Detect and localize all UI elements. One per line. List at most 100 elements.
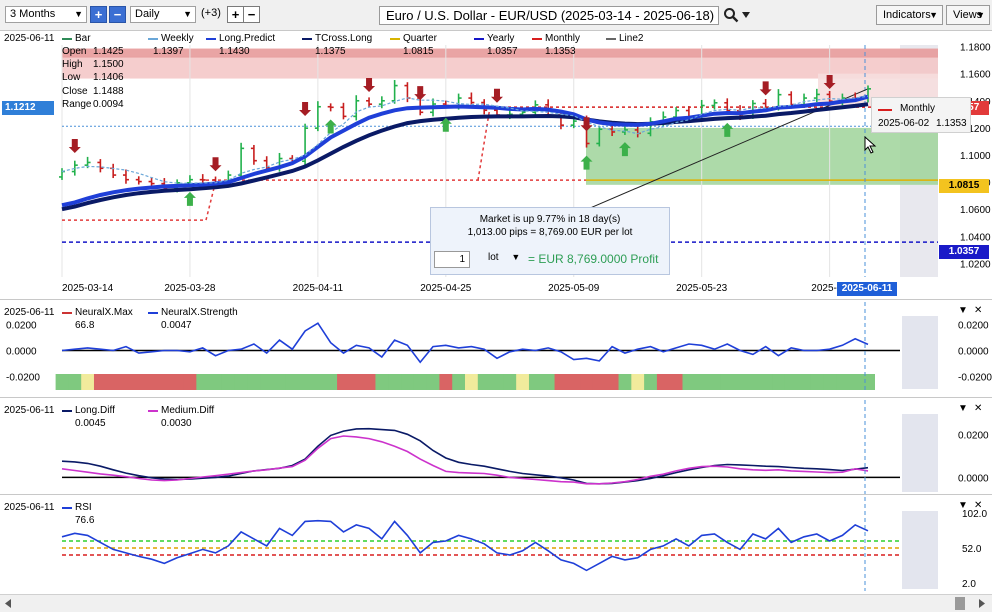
y-tick-label: 0.0200	[958, 430, 989, 441]
price-bar	[59, 168, 65, 180]
interval-select[interactable]: Daily ▼	[130, 6, 196, 23]
plus-icon: +	[94, 7, 103, 22]
legend-name: Bar	[75, 33, 91, 44]
legend-name: Quarter	[403, 33, 437, 44]
price-bar	[468, 92, 475, 106]
search-icon[interactable]	[723, 7, 739, 23]
zoom-out-button[interactable]: −	[109, 6, 126, 23]
interval-value: Daily	[135, 8, 160, 20]
legend-value: 0.0030	[161, 418, 192, 429]
sell-arrow-icon	[759, 81, 772, 96]
quarter-price-label: 1.0815	[939, 179, 989, 193]
lot-unit-select[interactable]: lot ▼	[488, 252, 520, 263]
price-panel: 1.18001.16001.14001.12001.10001.08001.06…	[0, 31, 992, 300]
legend-swatch-line2	[606, 38, 616, 40]
strength-state-cell	[708, 374, 722, 390]
strength-state-cell	[93, 374, 108, 390]
tooltip-title: Monthly	[900, 103, 936, 114]
legend-swatch-yearly	[474, 38, 484, 40]
legend-value: 0.0045	[75, 418, 106, 429]
y-tick-label: -0.0200	[958, 373, 992, 384]
strength-state-cell	[119, 374, 133, 390]
close-icon[interactable]: ✕	[974, 500, 982, 511]
strength-state-cell	[439, 374, 453, 390]
long-diff-line	[61, 427, 869, 485]
strength-state-cell	[644, 374, 658, 390]
y-tick-label-left: -0.0200	[6, 373, 40, 384]
strength-state-cell	[682, 374, 696, 390]
monthly-tooltip: Monthly 2025-06-02 1.1353	[871, 97, 971, 133]
legend-name: NeuralX.Max	[75, 307, 133, 318]
legend-name: Long.Predict	[219, 33, 276, 44]
horizontal-scrollbar[interactable]	[0, 594, 992, 612]
strength-state-cell	[861, 374, 875, 390]
strength-state-cell	[669, 374, 684, 390]
zoom-in-button[interactable]: +	[90, 6, 107, 23]
strength-state-cell	[247, 374, 261, 390]
ohlc-close-label: Close	[62, 86, 88, 97]
close-icon[interactable]: ✕	[974, 403, 982, 414]
ohlc-range-label: Range	[62, 99, 92, 110]
minus-icon: −	[113, 7, 122, 22]
diff-chart[interactable]: 0.0200 0.0000	[0, 398, 992, 494]
future-zone	[902, 316, 938, 389]
strength-state-cell	[541, 374, 556, 390]
price-bar	[404, 82, 411, 103]
price-bar	[353, 95, 360, 121]
strength-state-cell	[784, 374, 799, 390]
strength-state-cell	[797, 374, 812, 390]
close-icon[interactable]: ✕	[974, 305, 982, 316]
collapse-icon[interactable]: ▼	[958, 500, 968, 511]
price-bar	[366, 97, 373, 108]
sell-arrow-icon	[209, 157, 222, 172]
strength-state-cell	[528, 374, 543, 390]
scroll-right-icon[interactable]	[978, 599, 986, 608]
cursor-date-label: 2025-06-11	[837, 282, 897, 296]
strength-state-cell	[285, 374, 300, 390]
legend-name: RSI	[75, 502, 92, 513]
legend-swatch-bar	[62, 38, 72, 40]
strength-state-cell	[810, 374, 824, 390]
strength-state-cell	[772, 374, 786, 390]
strength-state-cell	[720, 374, 735, 390]
y-tick-label: 1.1800	[960, 43, 991, 54]
y-tick-label-left: 0.0200	[6, 321, 37, 332]
add-overlay-button[interactable]: +	[227, 6, 244, 23]
chevron-down-icon: ▼	[976, 10, 985, 20]
lot-unit-label: lot	[488, 252, 499, 263]
views-button[interactable]: Views ▼	[946, 5, 990, 25]
y-tick-label: 1.0600	[960, 205, 991, 216]
collapse-icon[interactable]: ▼	[958, 305, 968, 316]
price-bar	[391, 80, 398, 104]
legend-value: 66.8	[75, 320, 95, 331]
strength-state-cell	[68, 374, 82, 390]
scrollbar-thumb[interactable]	[955, 597, 965, 610]
strength-state-cell	[260, 374, 274, 390]
indicators-button[interactable]: Indicators ▼	[876, 5, 943, 25]
collapse-icon[interactable]: ▼	[958, 403, 968, 414]
y-tick-label: 1.1000	[960, 151, 991, 162]
strength-state-cell	[273, 374, 287, 390]
strength-state-cell	[145, 374, 159, 390]
strength-state-cell	[132, 374, 146, 390]
period-select[interactable]: 3 Months ▼	[5, 6, 87, 23]
y-tick-label: 1.1600	[960, 70, 991, 81]
lot-quantity-input[interactable]: 1	[434, 251, 470, 268]
legend-name: NeuralX.Strength	[161, 307, 238, 318]
y-tick-label: 2.0	[962, 579, 976, 590]
x-tick-label: 2025-03-14	[62, 283, 114, 294]
cursor-price-label: 1.1212	[2, 101, 54, 115]
strength-state-cell	[592, 374, 607, 390]
neuralx-chart[interactable]: 0.0200 0.0200 0.0000 0.0000 -0.0200 -0.0200	[0, 300, 992, 397]
rsi-chart[interactable]: 102.052.02.0	[0, 495, 992, 593]
x-tick-label: 2025-05-09	[548, 283, 600, 294]
overlay-count: (+3)	[201, 7, 221, 19]
remove-overlay-button[interactable]: −	[243, 6, 260, 23]
chevron-down-icon[interactable]	[741, 11, 751, 19]
strength-state-cell	[695, 374, 709, 390]
strength-state-cell	[209, 374, 223, 390]
strength-state-cell	[81, 374, 95, 390]
legend-swatch-weekly	[148, 38, 158, 40]
scroll-left-icon[interactable]	[4, 599, 12, 608]
symbol-title-field[interactable]: Euro / U.S. Dollar - EUR/USD (2025-03-14…	[379, 6, 719, 25]
